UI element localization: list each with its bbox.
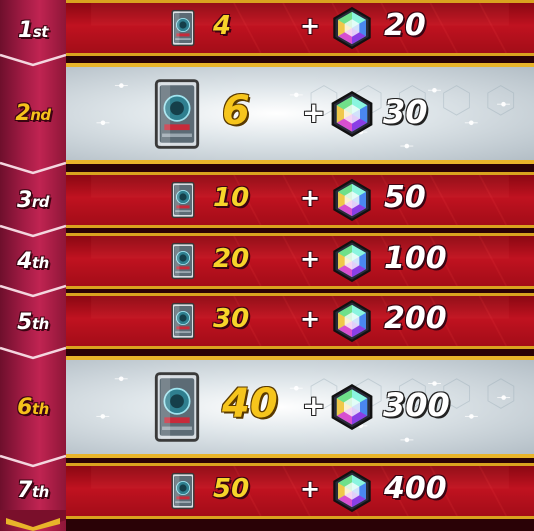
rank-separator (0, 284, 66, 298)
rank-label: 6th (0, 387, 66, 427)
plus-sign: + (300, 305, 321, 333)
pack-quantity: 40 (222, 381, 278, 427)
gem-quantity: 100 (384, 241, 447, 276)
rank-number: 4th (17, 249, 49, 274)
gem-icon (333, 299, 371, 343)
rank-label: 7th (0, 470, 66, 510)
card-pack-icon (154, 372, 200, 442)
reward-row: 10 + 50 (66, 172, 534, 228)
rank-label: 1st (0, 10, 66, 50)
plus-sign: + (300, 245, 321, 273)
rank-separator (0, 224, 66, 237)
rank-label: 3rd (0, 180, 66, 220)
gem-icon (333, 239, 371, 283)
rank-digit: 7 (17, 477, 32, 503)
ranking-rewards-panel: 1st 2nd 3rd 4th 5th 6th 7th 4 + 20 6 + 3… (0, 0, 534, 531)
rank-suffix: rd (31, 192, 50, 211)
ribbon-tip-ornament (0, 510, 66, 531)
reward-row: 40 + 300 (66, 356, 534, 458)
rank-number: 3rd (17, 188, 49, 213)
plus-sign: + (300, 12, 321, 40)
reward-row: 4 + 20 (66, 0, 534, 56)
card-pack-icon (171, 242, 195, 280)
plus-sign: + (300, 184, 321, 212)
rank-label: 2nd (0, 93, 66, 133)
gem-icon (333, 178, 371, 222)
reward-row: 30 + 200 (66, 293, 534, 349)
rank-number: 5th (17, 310, 49, 335)
rank-separator (0, 346, 66, 359)
pack-quantity: 30 (213, 304, 250, 334)
card-pack-icon (171, 181, 195, 219)
pack-quantity: 4 (213, 11, 232, 41)
rank-digit: 4 (17, 248, 32, 274)
rank-digit: 6 (17, 394, 32, 420)
rank-label: 4th (0, 241, 66, 281)
card-pack-icon (171, 472, 195, 510)
gem-quantity: 200 (384, 301, 447, 336)
rank-suffix: th (31, 314, 49, 333)
reward-row: 20 + 100 (66, 233, 534, 289)
gem-icon (331, 90, 373, 137)
rank-digit: 1 (18, 17, 33, 43)
gem-quantity: 400 (384, 471, 447, 506)
plus-sign: + (300, 475, 321, 503)
rank-suffix: th (31, 253, 49, 272)
card-pack-icon (154, 78, 200, 149)
rank-number: 7th (17, 478, 49, 503)
gem-icon (331, 384, 373, 430)
rank-number: 1st (18, 18, 48, 43)
gem-icon (333, 6, 371, 50)
pack-quantity: 20 (213, 244, 250, 274)
gem-quantity: 30 (383, 92, 428, 131)
rank-separator (0, 53, 66, 66)
rank-separator (0, 161, 66, 175)
card-pack-icon (171, 9, 195, 47)
rank-suffix: st (32, 22, 49, 41)
rank-digit: 3 (17, 187, 32, 213)
pack-quantity: 10 (213, 183, 250, 213)
rank-separator (0, 454, 66, 467)
rank-suffix: nd (30, 105, 51, 124)
gem-icon (333, 469, 371, 513)
gem-quantity: 50 (384, 180, 426, 215)
gem-quantity: 300 (383, 386, 450, 424)
rank-number: 6th (17, 395, 49, 420)
rank-suffix: th (31, 399, 49, 418)
rank-number: 2nd (15, 100, 51, 126)
reward-row: 6 + 30 (66, 63, 534, 164)
reward-row: 50 + 400 (66, 463, 534, 519)
card-pack-icon (171, 302, 195, 340)
rank-label: 5th (0, 302, 66, 342)
rank-suffix: th (31, 482, 49, 501)
plus-sign: + (302, 389, 326, 422)
rank-digit: 5 (17, 309, 32, 335)
rank-digit: 2 (15, 100, 31, 126)
pack-quantity: 6 (222, 87, 250, 134)
plus-sign: + (302, 95, 326, 129)
rank-ribbon: 1st 2nd 3rd 4th 5th 6th 7th (0, 0, 66, 531)
pack-quantity: 50 (213, 474, 250, 504)
gem-quantity: 20 (384, 8, 426, 43)
